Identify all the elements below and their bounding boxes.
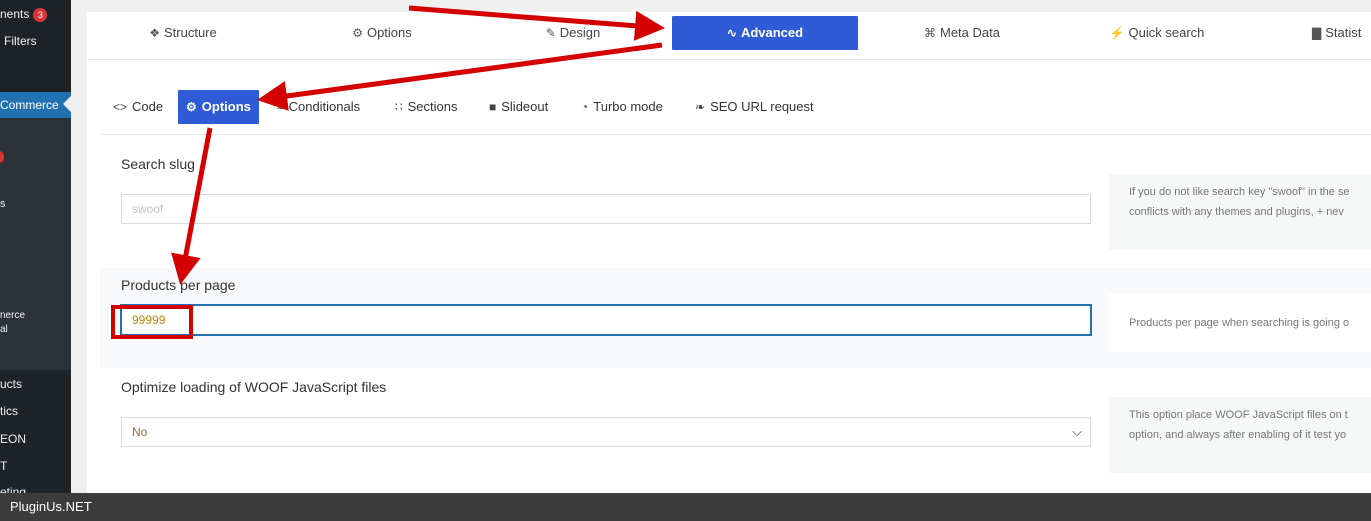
highlight-box	[111, 305, 193, 339]
footer-bar: PluginUs.NET	[0, 493, 1371, 521]
arrow-to-advanced-tab	[408, 5, 665, 41]
annotation-arrows	[171, 5, 665, 285]
arrow-to-options-subtab	[257, 42, 663, 111]
arrow-to-products-field	[171, 127, 213, 285]
